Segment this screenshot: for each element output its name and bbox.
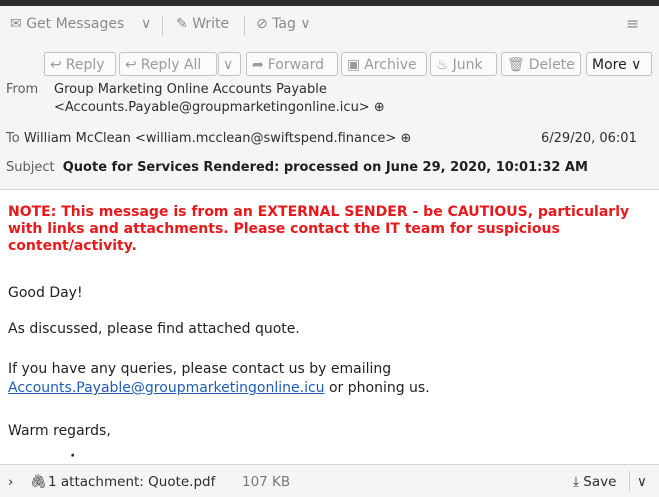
from-label: From: [6, 82, 39, 97]
body-line-2: If you have any queries, please contact …: [8, 361, 392, 377]
from-email-row: <Accounts.Payable@groupmarketingonline.i…: [54, 100, 385, 115]
reply-all-dropdown[interactable]: ∨: [218, 52, 241, 76]
reply-icon: ↩: [50, 57, 62, 73]
greeting-text: Good Day!: [8, 285, 83, 301]
contact-icon[interactable]: ⊕: [374, 100, 385, 115]
reply-all-icon: ↩: [125, 57, 137, 73]
external-sender-warning: NOTE: This message is from an EXTERNAL S…: [8, 204, 630, 254]
pencil-icon: ✎: [176, 16, 188, 32]
to-label: To: [6, 131, 20, 146]
expand-attachments-toggle[interactable]: ›: [8, 474, 13, 490]
message-body: NOTE: This message is from an EXTERNAL S…: [0, 190, 659, 464]
message-date: 6/29/20, 06:01: [541, 131, 637, 146]
paperclip-icon: 🖇: [30, 474, 48, 490]
tag-icon: ⊘: [256, 16, 268, 32]
reply-all-button[interactable]: ↩ Reply All: [119, 52, 217, 76]
email-link[interactable]: Accounts.Payable@groupmarketingonline.ic…: [8, 380, 325, 396]
archive-button[interactable]: ▣ Archive: [341, 52, 427, 76]
hamburger-icon: ≡: [626, 14, 640, 33]
contact-icon[interactable]: ⊕: [400, 131, 411, 146]
forward-button[interactable]: ➦ Forward: [246, 52, 338, 76]
attachment-bar: › 🖇 1 attachment: Quote.pdf 107 KB ⤓ Sav…: [0, 464, 659, 497]
subject-row: Subject Quote for Services Rendered: pro…: [6, 160, 588, 175]
from-email[interactable]: <Accounts.Payable@groupmarketingonline.i…: [54, 100, 370, 115]
from-row: From Group Marketing Online Accounts Pay…: [6, 82, 327, 97]
download-icon: ⤓: [573, 474, 579, 490]
subject-value: Quote for Services Rendered: processed o…: [62, 160, 588, 175]
attachment-label[interactable]: 1 attachment: Quote.pdf: [48, 474, 215, 490]
subject-label: Subject: [6, 160, 55, 175]
write-button[interactable]: ✎ Write: [176, 16, 229, 32]
to-value[interactable]: William McClean <william.mcclean@swiftsp…: [24, 131, 396, 146]
separator: [629, 471, 630, 491]
trash-icon: 🗑: [507, 57, 525, 73]
cut-off-text: ·: [70, 448, 76, 464]
archive-icon: ▣: [347, 57, 361, 73]
save-button[interactable]: ⤓ Save: [573, 474, 616, 490]
separator: [244, 16, 245, 36]
from-name[interactable]: Group Marketing Online Accounts Payable: [54, 82, 327, 97]
app-menu-button[interactable]: ≡: [626, 14, 639, 33]
chevron-down-icon: ∨: [637, 474, 647, 490]
delete-button[interactable]: 🗑 Delete: [501, 52, 581, 76]
get-messages-button[interactable]: ✉ Get Messages: [10, 16, 124, 32]
separator: [162, 16, 163, 36]
body-line-3: Accounts.Payable@groupmarketingonline.ic…: [8, 380, 430, 396]
body-line-1: As discussed, please find attached quote…: [8, 321, 300, 337]
more-button[interactable]: More ∨: [586, 52, 652, 76]
message-header: ↩ Reply ↩ Reply All ∨ ➦ Forward ▣ Archive ♨ J…: [0, 44, 659, 190]
to-row: To William McClean <william.mcclean@swif…: [6, 131, 411, 146]
save-dropdown[interactable]: ∨: [637, 474, 647, 490]
envelope-icon: ✉: [10, 16, 22, 32]
chevron-down-icon: ∨: [141, 16, 152, 32]
chevron-down-icon: ∨: [223, 57, 234, 73]
chevron-down-icon: ∨: [631, 57, 642, 73]
get-messages-dropdown[interactable]: ∨: [141, 16, 151, 32]
tag-button[interactable]: ⊘ Tag ∨: [256, 16, 311, 32]
closing-text: Warm regards,: [8, 423, 111, 439]
reply-button[interactable]: ↩ Reply: [44, 52, 116, 76]
main-toolbar: ✉ Get Messages ∨ ✎ Write ⊘ Tag ∨ ≡: [0, 6, 659, 45]
junk-button[interactable]: ♨ Junk: [430, 52, 497, 76]
forward-icon: ➦: [252, 57, 264, 73]
attachment-size: 107 KB: [242, 474, 291, 490]
flame-icon: ♨: [436, 57, 449, 73]
chevron-right-icon: ›: [8, 474, 14, 490]
chevron-down-icon: ∨: [300, 16, 311, 32]
